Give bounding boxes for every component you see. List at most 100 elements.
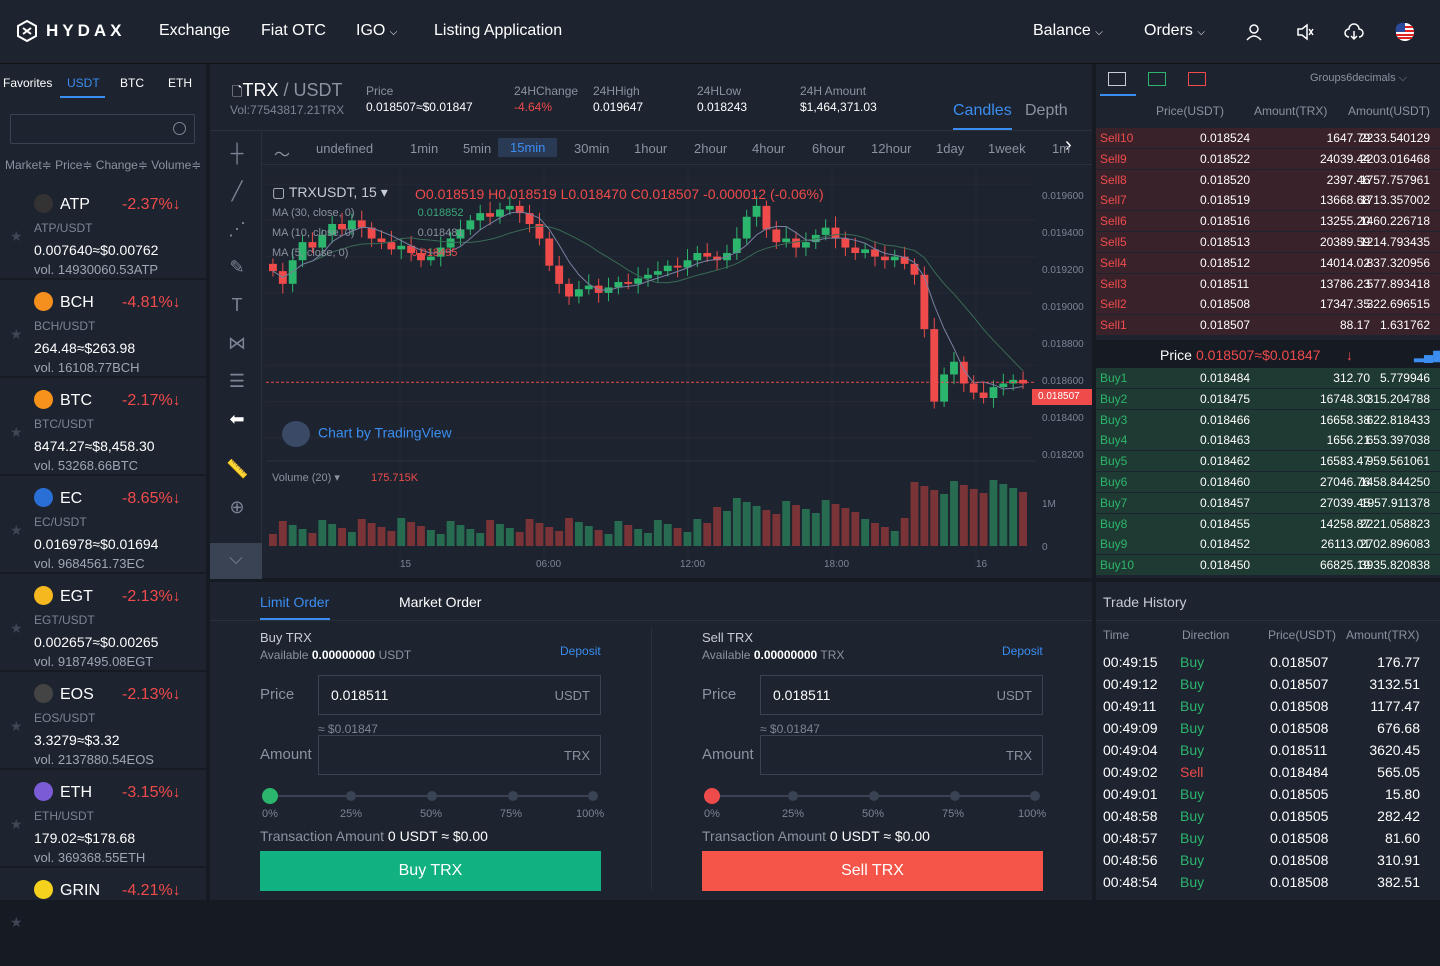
fib-icon[interactable]: ⋰ xyxy=(226,219,248,241)
slider-dot[interactable] xyxy=(788,791,798,801)
ob-row-buys[interactable]: Buy7 0.018457 27039.45 1957.911378 xyxy=(1096,492,1440,513)
ob-row-sells[interactable]: Sell6 0.018516 13255.20 1460.226718 xyxy=(1096,211,1440,232)
tab-eth[interactable]: ETH xyxy=(168,76,192,90)
price-chart[interactable]: ┼ ╱ ⋰ ✎ T ⋈ ☰ ⬅ 📏 ⊕ ⌵ 〜 › undefined 1min 5… xyxy=(210,130,1092,579)
ob-row-sells[interactable]: Sell4 0.018512 14014.02 837.320956 xyxy=(1096,252,1440,273)
pattern-icon[interactable]: ⋈ xyxy=(226,333,248,355)
buy-amount-input[interactable]: TRX xyxy=(318,735,601,775)
slider-handle[interactable] xyxy=(704,788,720,804)
interval-undefined[interactable]: undefined xyxy=(316,141,373,156)
view-sell-icon[interactable] xyxy=(1188,72,1206,86)
interval-6hour[interactable]: 6hour xyxy=(812,141,845,156)
ob-row-sells[interactable]: Sell2 0.018508 17347.35 322.696515 xyxy=(1096,294,1440,315)
download-cloud-icon[interactable] xyxy=(1344,22,1364,42)
tab-depth[interactable]: Depth xyxy=(1025,102,1068,120)
view-buy-icon[interactable] xyxy=(1148,72,1166,86)
slider-dot[interactable] xyxy=(1030,791,1040,801)
market-item-eos[interactable]: ★ EOS -2.13%↓ EOS/USDT 3.3279≈$3.32 vol.… xyxy=(0,674,206,770)
balance-menu[interactable]: Balance ⌵ xyxy=(1033,22,1103,40)
ob-row-sells[interactable]: Sell5 0.018513 20389.59 1214.793435 xyxy=(1096,232,1440,252)
market-search-input[interactable] xyxy=(10,114,195,144)
sell-amount-input[interactable]: TRX xyxy=(760,735,1043,775)
tab-btc[interactable]: BTC xyxy=(120,76,144,90)
pct-25[interactable]: 25% xyxy=(340,808,362,820)
ruler-icon[interactable]: 📏 xyxy=(226,459,248,481)
interval-1week[interactable]: 1week xyxy=(988,141,1026,156)
nav-igo[interactable]: IGO ⌵ xyxy=(356,22,397,40)
star-icon[interactable]: ★ xyxy=(10,228,23,245)
interval-12hour[interactable]: 12hour xyxy=(871,141,911,156)
star-icon[interactable]: ★ xyxy=(10,914,23,931)
zoom-in-icon[interactable]: ⊕ xyxy=(226,497,248,519)
slider-dot[interactable] xyxy=(869,791,879,801)
market-item-bch[interactable]: ★ BCH -4.81%↓ BCH/USDT 264.48≈$263.98 vo… xyxy=(0,282,206,378)
ob-row-buys[interactable]: Buy1 0.018484 312.70 5.779946 xyxy=(1096,368,1440,388)
sell-amount-slider[interactable] xyxy=(704,788,1040,804)
buy-button[interactable]: Buy TRX xyxy=(260,851,601,891)
pct-25[interactable]: 25% xyxy=(782,808,804,820)
sound-off-icon[interactable] xyxy=(1295,22,1315,42)
ob-row-sells[interactable]: Sell3 0.018511 13786.23 577.893418 xyxy=(1096,273,1440,294)
market-column-headers[interactable]: Market≑ Price≑ Change≑ Volume≑ xyxy=(5,158,201,172)
slider-handle[interactable] xyxy=(262,788,278,804)
candlestick-plot[interactable] xyxy=(266,166,1036,566)
star-icon[interactable]: ★ xyxy=(10,816,23,833)
us-flag-icon[interactable] xyxy=(1395,22,1415,42)
ob-row-buys[interactable]: Buy8 0.018455 14258.87 2221.058823 xyxy=(1096,513,1440,534)
star-icon[interactable]: ★ xyxy=(10,620,23,637)
interval-1day[interactable]: 1day xyxy=(936,141,964,156)
buy-amount-slider[interactable] xyxy=(262,788,598,804)
ob-row-buys[interactable]: Buy4 0.018463 1656.21 653.397038 xyxy=(1096,430,1440,451)
ob-row-sells[interactable]: Sell1 0.018507 88.17 1.631762 xyxy=(1096,315,1440,336)
brush-icon[interactable]: ✎ xyxy=(226,257,248,279)
nav-exchange[interactable]: Exchange xyxy=(159,22,230,40)
pct-100[interactable]: 100% xyxy=(576,808,604,820)
interval-15min[interactable]: 15min xyxy=(498,138,558,157)
pct-100[interactable]: 100% xyxy=(1018,808,1046,820)
trend-line-icon[interactable]: ╱ xyxy=(226,181,248,203)
tradingview-credit[interactable]: Chart by TradingView xyxy=(282,421,452,447)
interval-2hour[interactable]: 2hour xyxy=(694,141,727,156)
interval-1hour[interactable]: 1hour xyxy=(634,141,667,156)
collapse-icon[interactable]: ⌵ xyxy=(210,543,262,579)
crosshair-icon[interactable]: ┼ xyxy=(226,143,248,165)
market-item-egt[interactable]: ★ EGT -2.13%↓ EGT/USDT 0.002657≈$0.00265… xyxy=(0,576,206,672)
ob-row-buys[interactable]: Buy10 0.018450 66825.19 3935.820838 xyxy=(1096,555,1440,576)
slider-dot[interactable] xyxy=(427,791,437,801)
symbol-legend[interactable]: ▢ TRXUSDT, 15 ▾ xyxy=(272,184,388,201)
tab-market-order[interactable]: Market Order xyxy=(399,594,481,610)
user-icon[interactable] xyxy=(1244,22,1264,42)
slider-dot[interactable] xyxy=(588,791,598,801)
ob-row-sells[interactable]: Sell10 0.018524 1647.79 2233.540129 xyxy=(1096,128,1440,148)
text-tool-icon[interactable]: T xyxy=(226,295,248,317)
interval-4hour[interactable]: 4hour xyxy=(752,141,785,156)
groups-select[interactable]: Groups6decimals ⌵ xyxy=(1310,72,1407,85)
market-item-btc[interactable]: ★ BTC -2.17%↓ BTC/USDT 8474.27≈$8,458.30… xyxy=(0,380,206,476)
back-arrow-icon[interactable]: ⬅ xyxy=(226,409,248,431)
tab-candles[interactable]: Candles xyxy=(953,102,1012,130)
star-icon[interactable]: ★ xyxy=(10,424,23,441)
star-icon[interactable]: ★ xyxy=(10,522,23,539)
market-item-grin[interactable]: ★ GRIN -4.21%↓ xyxy=(0,870,206,966)
sell-deposit-link[interactable]: Deposit xyxy=(1002,644,1043,658)
tab-favorites[interactable]: Favorites xyxy=(3,76,52,90)
market-item-eth[interactable]: ★ ETH -3.15%↓ ETH/USDT 179.02≈$178.68 vo… xyxy=(0,772,206,868)
ob-row-buys[interactable]: Buy6 0.018460 27046.76 1458.844250 xyxy=(1096,472,1440,492)
pct-50[interactable]: 50% xyxy=(420,808,442,820)
pct-75[interactable]: 75% xyxy=(500,808,522,820)
interval-1m[interactable]: 1m xyxy=(1052,141,1070,156)
pct-0[interactable]: 0% xyxy=(262,808,278,820)
interval-30min[interactable]: 30min xyxy=(574,141,609,156)
buy-deposit-link[interactable]: Deposit xyxy=(560,644,601,658)
slider-dot[interactable] xyxy=(950,791,960,801)
tab-limit-order[interactable]: Limit Order xyxy=(260,594,329,610)
buy-price-input[interactable]: 0.018511 USDT xyxy=(318,675,601,715)
interval-5min[interactable]: 5min xyxy=(463,141,491,156)
ob-row-buys[interactable]: Buy9 0.018452 26113.01 2702.896083 xyxy=(1096,534,1440,555)
logo[interactable]: HYDAX xyxy=(16,20,126,42)
sell-price-input[interactable]: 0.018511 USDT xyxy=(760,675,1043,715)
nav-fiat-otc[interactable]: Fiat OTC xyxy=(261,22,326,40)
ob-row-buys[interactable]: Buy5 0.018462 16583.47 959.561061 xyxy=(1096,451,1440,472)
star-icon[interactable]: ★ xyxy=(10,718,23,735)
star-icon[interactable]: ★ xyxy=(10,326,23,343)
